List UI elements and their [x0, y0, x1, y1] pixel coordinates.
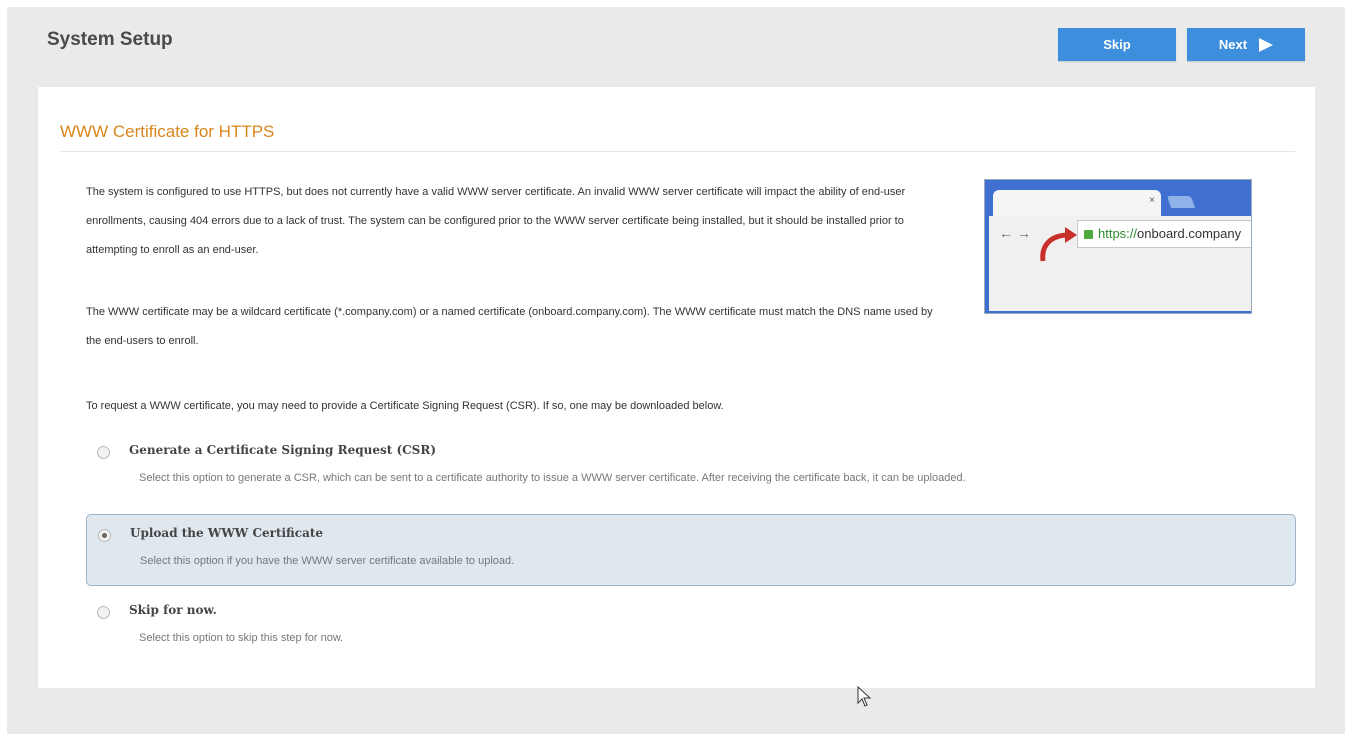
url-bar: https://onboard.company	[1077, 220, 1251, 248]
back-forward-icon: ← →	[999, 225, 1031, 241]
title-divider	[60, 151, 1295, 152]
radio-button[interactable]	[97, 446, 110, 459]
option-label: Skip for now.	[129, 603, 217, 617]
next-button[interactable]: Next	[1187, 28, 1305, 61]
new-tab-icon	[1166, 196, 1196, 208]
radio-button-selected[interactable]	[98, 529, 111, 542]
content-panel: WWW Certificate for HTTPS The system is …	[38, 87, 1315, 688]
csr-paragraph: To request a WWW certificate, you may ne…	[86, 400, 724, 412]
page-title: System Setup	[47, 29, 173, 50]
lock-icon	[1084, 230, 1093, 239]
option-description: Select this option to skip this step for…	[139, 632, 344, 644]
next-button-label: Next	[1218, 37, 1248, 52]
radio-button[interactable]	[97, 606, 110, 619]
setup-frame: System Setup Skip Next WWW Certificate f…	[7, 7, 1345, 734]
tab-close-icon: ×	[1149, 195, 1155, 206]
option-upload-certificate[interactable]: Upload the WWW Certificate Select this o…	[86, 514, 1296, 586]
option-description: Select this option if you have the WWW s…	[140, 555, 515, 567]
option-description: Select this option to generate a CSR, wh…	[139, 472, 966, 484]
intro-paragraph: The system is configured to use HTTPS, b…	[86, 186, 906, 256]
play-arrow-icon	[1259, 37, 1274, 52]
option-skip-for-now[interactable]: Skip for now. Select this option to skip…	[86, 592, 1294, 662]
wildcard-paragraph: The WWW certificate may be a wildcard ce…	[86, 306, 933, 347]
skip-button-label: Skip	[1103, 37, 1131, 52]
section-title: WWW Certificate for HTTPS	[60, 122, 275, 141]
url-host: onboard.company	[1137, 226, 1242, 241]
option-generate-csr[interactable]: Generate a Certificate Signing Request (…	[86, 432, 1294, 502]
skip-button[interactable]: Skip	[1058, 28, 1176, 61]
option-label: Upload the WWW Certificate	[130, 526, 324, 540]
mouse-cursor-icon	[857, 686, 872, 707]
option-label: Generate a Certificate Signing Request (…	[129, 443, 436, 457]
browser-url-illustration: × ← → https://onboard.company	[984, 179, 1252, 314]
browser-toolbar: ← → https://onboard.company	[989, 216, 1251, 311]
curved-arrow-icon	[1040, 227, 1077, 262]
url-scheme: https://	[1098, 226, 1138, 241]
